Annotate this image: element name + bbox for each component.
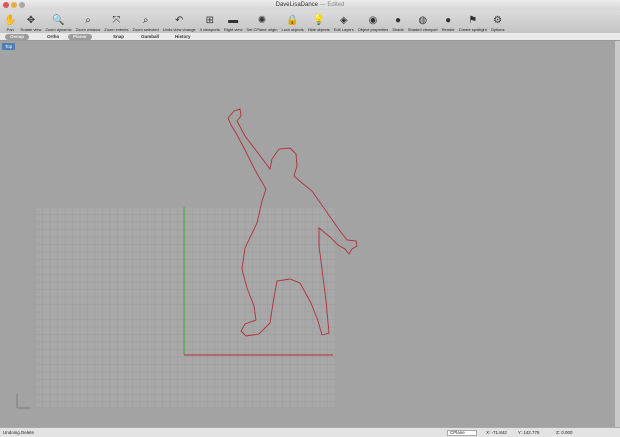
toolbar-button-rotate-view[interactable]: ✥ Rotate view — [18, 10, 43, 32]
toolbar-button-lock-objects[interactable]: 🔒 Lock objects — [280, 10, 306, 32]
toolbar-button-undo-view-change[interactable]: ↶ Undo view change — [161, 10, 198, 32]
color-wheel-icon: ◉ — [368, 15, 378, 26]
toolbar-label: Render — [441, 27, 455, 32]
toolbar-label: Object properties — [357, 27, 389, 32]
toolbar-label: Options — [490, 27, 505, 32]
lock-icon: 🔒 — [286, 15, 299, 26]
spotlight-icon: ⚑ — [468, 15, 478, 26]
toolbar-button-shaded-viewport[interactable]: ◍ Shaded viewport — [406, 10, 440, 32]
toolbar-button-zoom-extents[interactable]: ⤧ Zoom extents — [102, 10, 130, 32]
toolbar-button-zoom-selected[interactable]: ⌕ Zoom selected — [131, 10, 161, 32]
toolbar-label: Set CPlane origin — [246, 27, 278, 32]
toolbar-label: Zoom selected — [132, 27, 159, 32]
render-sphere-icon: ● — [445, 15, 452, 26]
viewport-top[interactable]: Top — [0, 41, 615, 427]
toolbar-label: Zoom dynamic — [45, 27, 72, 32]
toolbar-button-hide-objects[interactable]: 💡 Hide objects — [306, 10, 332, 32]
gear-icon: ⚙ — [493, 15, 503, 26]
toolbar-button-zoom-window[interactable]: ⌕ Zoom window — [74, 10, 103, 32]
toolbar-label: Right view — [223, 27, 243, 32]
cplane-select[interactable]: CPlane — [447, 430, 477, 436]
toggle-gumball[interactable]: Gumball — [136, 34, 164, 40]
toolbar-label: Edit Layers — [333, 27, 354, 32]
toolbar-label: Undo view change — [162, 27, 196, 32]
car-icon: ▬ — [228, 15, 239, 26]
toolbar: ✋ Pan ✥ Rotate view 🔍 Zoom dynamic ⌕ Zoom windo… — [0, 10, 620, 33]
toggle-ortho[interactable]: Ortho — [42, 34, 64, 40]
zoom-selected-icon: ⌕ — [142, 15, 149, 26]
z-coordinate: Z: 0.000 — [556, 430, 573, 435]
toolbar-label: Create spotlight — [458, 27, 487, 32]
cplane-icon: ✺ — [257, 15, 267, 26]
bulb-icon: 💡 — [312, 15, 325, 26]
toolbar-button-set-cplane-origin[interactable]: ✺ Set CPlane origin — [244, 10, 279, 32]
construction-grid — [34, 206, 336, 407]
zoom-window-icon: ⌕ — [85, 15, 91, 26]
toolbar-button-4-viewports[interactable]: ⊞ 4 viewports — [198, 10, 222, 32]
layers-icon: ◈ — [339, 15, 348, 26]
toolbar-button-zoom-dynamic[interactable]: 🔍 Zoom dynamic — [43, 10, 73, 32]
toolbar-button-pan[interactable]: ✋ Pan — [2, 10, 18, 32]
rotate-icon: ✥ — [26, 15, 36, 26]
zoom-icon: 🔍 — [52, 15, 65, 26]
toolbar-label: Rotate view — [20, 27, 42, 32]
toggle-planar[interactable]: Planar — [68, 34, 92, 40]
toolbar-button-shade[interactable]: ● Shade — [390, 10, 406, 32]
hand-icon: ✋ — [4, 15, 17, 26]
toggle-snap[interactable]: Snap — [108, 34, 129, 40]
zoom-extents-icon: ⤧ — [112, 15, 121, 26]
toolbar-button-edit-layers[interactable]: ◈ Edit Layers — [332, 10, 356, 32]
window-title: DaveLisaDance — Edited — [275, 2, 345, 8]
toolbar-label: Shaded viewport — [407, 27, 438, 32]
toggle-history[interactable]: History — [170, 34, 196, 40]
toolbar-label: 4 viewports — [199, 27, 220, 32]
world-axes-icon — [16, 394, 31, 409]
undo-view-icon: ↶ — [175, 15, 184, 26]
toolbar-label: Shade — [392, 27, 404, 32]
minimize-window-button[interactable] — [11, 2, 17, 8]
toolbar-label: Zoom window — [75, 27, 101, 32]
zoom-window-button[interactable] — [19, 2, 25, 8]
right-scrollbar[interactable] — [615, 41, 620, 427]
y-coordinate: Y: 142.776 — [518, 430, 540, 435]
toggle-osnap[interactable]: Osnap — [5, 34, 30, 40]
mode-bar: Osnap Ortho Planar Snap Gumball History — [0, 33, 620, 41]
toolbar-button-render[interactable]: ● Render — [440, 10, 457, 32]
status-bar: Undoing Delete CPlane X: -71.842 Y: 142.… — [0, 427, 620, 437]
toolbar-button-options[interactable]: ⚙ Options — [489, 10, 507, 32]
viewport-title-top[interactable]: Top — [2, 43, 16, 50]
title-bar: DaveLisaDance — Edited — [0, 0, 620, 10]
sphere-icon: ● — [395, 15, 402, 26]
shaded-icon: ◍ — [418, 15, 428, 26]
toolbar-button-object-properties[interactable]: ◉ Object properties — [356, 10, 390, 32]
status-message: Undoing Delete — [3, 430, 35, 435]
x-coordinate: X: -71.842 — [486, 430, 507, 435]
toolbar-label: Pan — [6, 27, 14, 32]
grid-icon: ⊞ — [205, 15, 214, 26]
toolbar-label: Lock objects — [281, 27, 304, 32]
close-window-button[interactable] — [3, 2, 9, 8]
toolbar-label: Hide objects — [307, 27, 330, 32]
toolbar-button-create-spotlight[interactable]: ⚑ Create spotlight — [457, 10, 489, 32]
viewport-canvas[interactable] — [0, 41, 615, 427]
toolbar-label: Zoom extents — [104, 27, 129, 32]
toolbar-button-right-view[interactable]: ▬ Right view — [222, 10, 244, 32]
